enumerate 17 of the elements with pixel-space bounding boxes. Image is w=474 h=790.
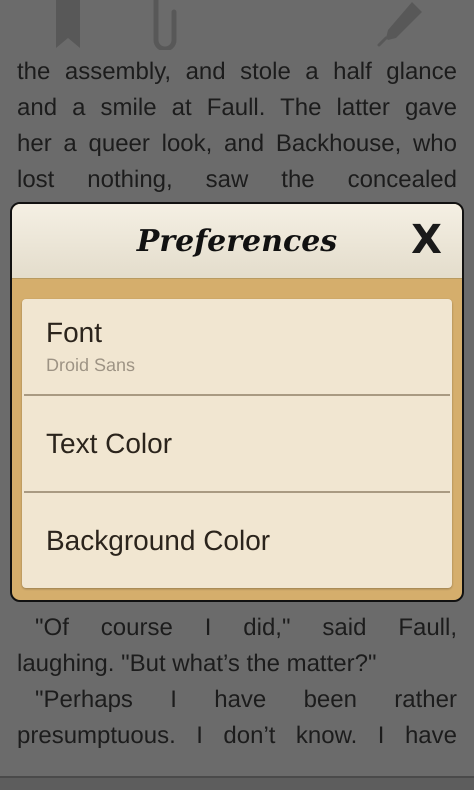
book-text-line: presumptuous. I don’t know. I have xyxy=(17,721,457,751)
book-text-line: the assembly, and stole a half glance xyxy=(17,57,457,87)
preference-label: Font xyxy=(46,317,104,349)
preference-item[interactable]: Background Color xyxy=(24,493,450,588)
book-text-line: lost nothing, saw the concealed xyxy=(17,165,457,195)
preference-label: Background Color xyxy=(46,524,272,556)
preference-label: Text Color xyxy=(46,428,174,460)
preference-item[interactable]: Font Droid Sans xyxy=(24,299,450,396)
dialog-title: Preferences xyxy=(136,224,338,258)
book-text-line: "Perhaps I have been rather xyxy=(34,685,457,715)
book-text-line: "Of course I did," said Faull, xyxy=(34,613,457,643)
book-text-line: laughing. "But what’s the matter?" xyxy=(17,649,378,679)
preference-item[interactable]: Text Color xyxy=(24,396,450,493)
book-text-line: and a smile at Faull. The latter gave xyxy=(17,93,457,123)
preference-summary: Droid Sans xyxy=(46,355,136,376)
close-button[interactable]: X xyxy=(407,218,446,262)
book-text-line: her a queer look, and Backhouse, who xyxy=(17,129,457,159)
